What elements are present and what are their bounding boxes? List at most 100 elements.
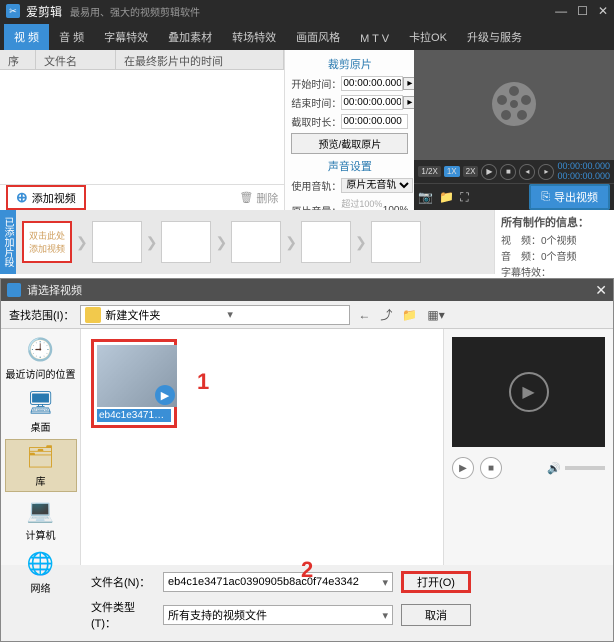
back-icon[interactable]: ← [356, 306, 372, 324]
app-title: 爱剪辑 [26, 3, 62, 20]
strip-slot[interactable] [371, 221, 421, 263]
start-label: 开始时间： [291, 76, 341, 91]
export-icon: ⎘ [541, 191, 550, 204]
dialog-preview: ▶ ▶ ■ 🔊 [443, 329, 613, 565]
places-bar: 🕘最近访问的位置 🖥桌面 🗂库 💻计算机 🌐网络 [1, 329, 81, 565]
stop-button[interactable]: ■ [500, 164, 516, 180]
add-video-button[interactable]: ⊕ 添加视频 [6, 185, 86, 210]
chevron-down-icon[interactable]: ▾ [223, 308, 349, 321]
filetype-label: 文件类型(T)： [91, 599, 155, 631]
dialog-play-button[interactable]: ▶ [452, 457, 474, 479]
strip-slot-add[interactable]: 双击此处 添加视频 [22, 221, 72, 263]
track-select[interactable]: 原片无音轨 [341, 178, 413, 193]
clip-toolbar: ⊕ 添加视频 🗑 删除 [0, 184, 284, 210]
tab-transition[interactable]: 转场特效 [222, 24, 286, 50]
tab-mtv[interactable]: M T V [350, 28, 399, 50]
preview-screen [414, 50, 614, 160]
strip-slot[interactable] [231, 221, 281, 263]
dur-label: 截取时长： [291, 114, 341, 129]
tab-video[interactable]: 视 频 [4, 24, 49, 50]
chevron-right-icon: ❯ [355, 234, 367, 251]
play-button[interactable]: ▶ [481, 164, 497, 180]
col-name: 文件名 [36, 50, 116, 69]
library-icon: 🗂 [25, 443, 57, 471]
filename-value: eb4c1e3471ac0390905b8ac0f74e3342 [168, 576, 359, 588]
trash-button[interactable]: 🗑 删除 [239, 190, 278, 206]
dialog-close-icon[interactable]: ✕ [595, 282, 607, 299]
close-icon[interactable]: ✕ [598, 4, 608, 18]
lookin-combo[interactable]: 新建文件夹 ▾ [80, 305, 350, 325]
tab-karaoke[interactable]: 卡拉OK [399, 24, 457, 50]
minimize-icon[interactable]: — [555, 4, 567, 18]
clip-list-panel: 序号 文件名 在最终影片中的时间 ⊕ 添加视频 🗑 删除 [0, 50, 284, 210]
app-logo-icon: ✂ [6, 4, 20, 18]
lookin-value: 新建文件夹 [105, 307, 223, 323]
strip-slot[interactable] [92, 221, 142, 263]
folder-icon[interactable]: 📁 [439, 190, 454, 204]
trash-icon: 🗑 [239, 191, 253, 204]
new-folder-icon[interactable]: 📁 [400, 306, 419, 324]
timeline-strip: 双击此处 添加视频 ❯ ❯ ❯ ❯ ❯ [16, 210, 494, 274]
chevron-down-icon[interactable]: ▾ [382, 609, 388, 622]
prev-frame-button[interactable]: ◂ [519, 164, 535, 180]
start-time-input[interactable] [341, 76, 403, 91]
chevron-right-icon: ❯ [76, 234, 88, 251]
file-item-selected[interactable]: ▶ eb4c1e3471ac... [91, 339, 177, 428]
chevron-right-icon: ❯ [285, 234, 297, 251]
tab-subtitle[interactable]: 字幕特效 [94, 24, 158, 50]
export-label: 导出视频 [554, 189, 598, 205]
tab-upgrade[interactable]: 升级与服务 [457, 24, 532, 50]
speed-half-button[interactable]: 1/2X [418, 166, 440, 177]
recent-icon: 🕘 [25, 336, 57, 364]
file-open-dialog: 请选择视频 ✕ 查找范围(I)： 新建文件夹 ▾ ← ⤴ 📁 ▦▾ 🕘最近访问的… [0, 278, 614, 642]
export-video-button[interactable]: ⎘ 导出视频 [529, 184, 610, 210]
volume-bar[interactable] [565, 466, 605, 470]
place-computer[interactable]: 💻计算机 [5, 494, 77, 545]
end-time-input[interactable] [341, 95, 403, 110]
view-menu-icon[interactable]: ▦▾ [425, 306, 446, 324]
dialog-bottom: 2 文件名(N)： eb4c1e3471ac0390905b8ac0f74e33… [1, 565, 613, 641]
dialog-toolbar: 查找范围(I)： 新建文件夹 ▾ ← ⤴ 📁 ▦▾ [1, 301, 613, 329]
place-library[interactable]: 🗂库 [5, 439, 77, 492]
reel-icon [490, 80, 538, 131]
dialog-volume[interactable]: 🔊 [547, 462, 605, 475]
next-frame-button[interactable]: ▸ [538, 164, 554, 180]
cancel-button[interactable]: 取消 [401, 604, 471, 626]
filename-label: 文件名(N)： [91, 574, 155, 590]
tab-audio[interactable]: 音 频 [49, 24, 94, 50]
strip-label: 已添加片段 [0, 210, 16, 274]
snapshot-icon[interactable]: 📷 [418, 190, 433, 204]
trim-panel: 裁剪原片 开始时间：▸ 结束时间：▸ 截取时长： 预览/截取原片 声音设置 使用… [284, 50, 414, 210]
main-tabs: 视 频 音 频 字幕特效 叠加素材 转场特效 画面风格 M T V 卡拉OK 升… [0, 22, 614, 50]
computer-icon: 💻 [25, 497, 57, 525]
speed-1x-button[interactable]: 1X [444, 166, 460, 177]
chevron-down-icon[interactable]: ▾ [382, 576, 388, 589]
tab-style[interactable]: 画面风格 [286, 24, 350, 50]
trash-label: 删除 [256, 190, 278, 206]
place-recent[interactable]: 🕘最近访问的位置 [5, 333, 77, 384]
dialog-stop-button[interactable]: ■ [480, 457, 502, 479]
filename-combo[interactable]: eb4c1e3471ac0390905b8ac0f74e3342 ▾ [163, 572, 393, 592]
dur-input[interactable] [341, 114, 408, 129]
place-desktop[interactable]: 🖥桌面 [5, 386, 77, 437]
speed-2x-button[interactable]: 2X [463, 166, 479, 177]
maximize-icon[interactable]: ☐ [577, 4, 588, 18]
filetype-combo[interactable]: 所有支持的视频文件 ▾ [163, 605, 393, 625]
filetype-value: 所有支持的视频文件 [168, 607, 267, 623]
up-icon[interactable]: ⤴ [378, 304, 394, 325]
info-video-val: 0个视频 [541, 236, 577, 247]
info-audio-label: 音 频： [501, 252, 541, 263]
fullscreen-icon[interactable]: ⛶ [460, 190, 468, 205]
desktop-icon: 🖥 [25, 389, 57, 417]
tab-overlay[interactable]: 叠加素材 [158, 24, 222, 50]
open-button[interactable]: 打开(O) [401, 571, 471, 593]
speaker-icon: 🔊 [547, 462, 561, 475]
strip-slot[interactable] [161, 221, 211, 263]
preview-trim-button[interactable]: 预览/截取原片 [291, 133, 408, 154]
strip-slot[interactable] [301, 221, 351, 263]
play-overlay-icon: ▶ [155, 385, 175, 405]
col-no: 序号 [0, 50, 36, 69]
trim-title: 裁剪原片 [291, 56, 408, 72]
clip-list-header: 序号 文件名 在最终影片中的时间 [0, 50, 284, 70]
info-title: 所有制作的信息： [501, 214, 608, 230]
